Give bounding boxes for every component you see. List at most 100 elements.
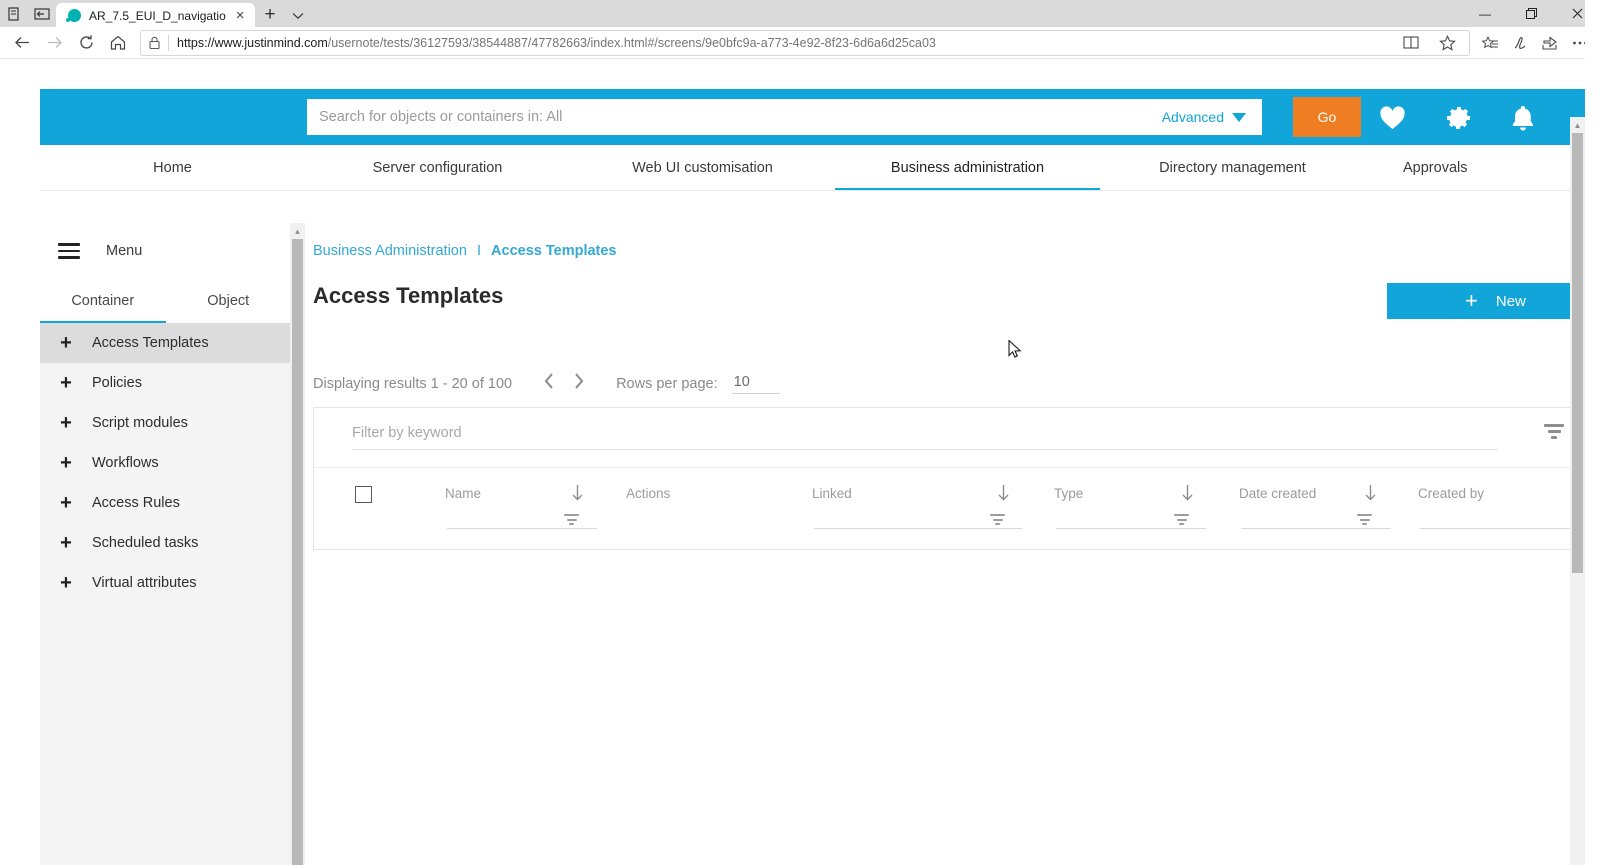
nav-label: Business administration bbox=[891, 160, 1044, 176]
restore-button[interactable] bbox=[1508, 0, 1554, 27]
nav-item-business-administration[interactable]: Business administration bbox=[835, 145, 1100, 190]
column-header-linked[interactable]: Linked bbox=[812, 486, 852, 501]
sidebar-item-policies[interactable]: + Policies bbox=[40, 363, 291, 403]
column-header-actions[interactable]: Actions bbox=[626, 486, 670, 501]
column-header-type[interactable]: Type bbox=[1054, 486, 1083, 501]
plus-icon[interactable]: + bbox=[40, 413, 92, 433]
reading-view-icon[interactable] bbox=[1397, 29, 1425, 57]
nav-label: Server configuration bbox=[373, 160, 503, 176]
tab-title: AR_7.5_EUI_D_navigatio bbox=[89, 9, 226, 23]
sidebar-item-scheduled-tasks[interactable]: + Scheduled tasks bbox=[40, 523, 291, 563]
plus-icon[interactable]: + bbox=[40, 333, 92, 353]
url-text: https://www.justinmind.com/usernote/test… bbox=[177, 36, 1389, 50]
column-header-name[interactable]: Name bbox=[445, 486, 481, 501]
forward-button[interactable] bbox=[38, 28, 70, 58]
notes-pen-icon[interactable] bbox=[1506, 29, 1534, 57]
scroll-up-icon[interactable]: ▲ bbox=[290, 223, 305, 239]
nav-item-approvals[interactable]: Approvals bbox=[1365, 145, 1540, 190]
sidebar-item-label: Workflows bbox=[92, 455, 159, 471]
refresh-button[interactable] bbox=[70, 28, 102, 58]
column-filter-icon-type[interactable] bbox=[1174, 514, 1189, 525]
tab-actions-icon[interactable] bbox=[6, 6, 22, 22]
scroll-up-icon[interactable]: ▲ bbox=[1570, 117, 1585, 133]
column-filter-icon-date-created[interactable] bbox=[1357, 514, 1372, 525]
nav-item-web-ui-customisation[interactable]: Web UI customisation bbox=[570, 145, 835, 190]
mouse-cursor bbox=[1008, 340, 1022, 360]
filter-menu-icon[interactable] bbox=[1544, 424, 1564, 439]
back-button[interactable] bbox=[6, 28, 38, 58]
breadcrumb-parent[interactable]: Business Administration bbox=[313, 243, 467, 259]
plus-icon[interactable]: + bbox=[40, 533, 92, 553]
advanced-search-link[interactable]: Advanced bbox=[1162, 109, 1250, 125]
share-icon[interactable] bbox=[1536, 29, 1564, 57]
column-underline bbox=[1241, 528, 1391, 529]
page-scrollbar[interactable]: ▲ bbox=[1570, 117, 1585, 865]
minimize-button[interactable]: — bbox=[1462, 0, 1508, 27]
gear-icon[interactable] bbox=[1443, 103, 1473, 133]
sidebar-item-virtual-attributes[interactable]: + Virtual attributes bbox=[40, 563, 291, 603]
chevron-down-icon[interactable] bbox=[286, 11, 310, 23]
titlebar-left-icons bbox=[0, 0, 56, 27]
column-filter-icon-name[interactable] bbox=[564, 514, 579, 525]
app-viewport: Advanced Go Home Server configuration We… bbox=[0, 59, 1600, 865]
nav-item-home[interactable]: Home bbox=[40, 145, 305, 190]
plus-icon[interactable]: + bbox=[40, 573, 92, 593]
close-icon[interactable]: × bbox=[234, 8, 247, 23]
browser-tab[interactable]: AR_7.5_EUI_D_navigatio × bbox=[56, 3, 255, 28]
filter-input[interactable] bbox=[352, 425, 1497, 441]
tab-object[interactable]: Object bbox=[166, 279, 292, 323]
column-filter-icon-linked[interactable] bbox=[990, 514, 1005, 525]
column-underline bbox=[814, 528, 1022, 529]
search-go-button[interactable]: Go bbox=[1293, 97, 1361, 137]
column-underline bbox=[447, 528, 597, 529]
nav-item-directory-management[interactable]: Directory management bbox=[1100, 145, 1365, 190]
address-bar[interactable]: https://www.justinmind.com/usernote/test… bbox=[140, 30, 1470, 56]
star-icon[interactable] bbox=[1433, 29, 1461, 57]
sidebar-item-label: Access Templates bbox=[92, 335, 209, 351]
nav-label: Web UI customisation bbox=[632, 160, 773, 176]
prev-page-button[interactable] bbox=[534, 372, 564, 396]
new-button[interactable]: + New bbox=[1387, 283, 1587, 319]
rows-per-page-label: Rows per page: bbox=[616, 376, 718, 392]
plus-icon[interactable]: + bbox=[40, 453, 92, 473]
next-page-button[interactable] bbox=[564, 372, 594, 396]
sidebar-scrollbar[interactable]: ▲ bbox=[290, 223, 305, 865]
filter-bar bbox=[314, 408, 1574, 468]
new-tab-button[interactable]: + bbox=[255, 5, 286, 24]
sort-icon[interactable] bbox=[1182, 485, 1193, 506]
rows-per-page-input[interactable]: 10 bbox=[732, 374, 780, 394]
results-count: Displaying results 1 - 20 of 100 bbox=[313, 376, 512, 392]
vertical-tabs-icon[interactable] bbox=[34, 6, 50, 22]
nav-item-server-configuration[interactable]: Server configuration bbox=[305, 145, 570, 190]
column-header-created-by[interactable]: Created by bbox=[1418, 486, 1484, 501]
tab-container[interactable]: Container bbox=[40, 279, 166, 323]
sidebar-item-label: Policies bbox=[92, 375, 142, 391]
collections-icon[interactable] bbox=[1476, 29, 1504, 57]
heart-icon[interactable] bbox=[1377, 103, 1407, 133]
sidebar-item-label: Virtual attributes bbox=[92, 575, 197, 591]
nav-label: Directory management bbox=[1159, 160, 1306, 176]
sort-icon[interactable] bbox=[1365, 485, 1376, 506]
sort-icon[interactable] bbox=[998, 485, 1009, 506]
column-header-date-created[interactable]: Date created bbox=[1239, 486, 1316, 501]
sidebar-item-script-modules[interactable]: + Script modules bbox=[40, 403, 291, 443]
sidebar-item-label: Script modules bbox=[92, 415, 188, 431]
table-header-row: Name Actions Linked Type bbox=[314, 468, 1574, 548]
menu-toggle[interactable]: Menu bbox=[40, 223, 291, 279]
plus-icon[interactable]: + bbox=[40, 493, 92, 513]
search-input[interactable] bbox=[319, 109, 1162, 125]
scrollbar-thumb[interactable] bbox=[292, 239, 303, 865]
bell-icon[interactable] bbox=[1508, 103, 1538, 133]
home-button[interactable] bbox=[102, 28, 134, 58]
sidebar-item-access-templates[interactable]: + Access Templates bbox=[40, 323, 291, 363]
main-nav: Home Server configuration Web UI customi… bbox=[40, 145, 1585, 191]
scrollbar-thumb[interactable] bbox=[1572, 133, 1583, 573]
global-search[interactable]: Advanced bbox=[307, 99, 1262, 135]
sidebar-item-workflows[interactable]: + Workflows bbox=[40, 443, 291, 483]
nav-label: Approvals bbox=[1403, 160, 1467, 176]
chevron-down-icon bbox=[1232, 113, 1246, 122]
sort-icon[interactable] bbox=[572, 485, 583, 506]
select-all-checkbox[interactable] bbox=[355, 486, 372, 503]
sidebar-item-access-rules[interactable]: + Access Rules bbox=[40, 483, 291, 523]
plus-icon[interactable]: + bbox=[40, 373, 92, 393]
